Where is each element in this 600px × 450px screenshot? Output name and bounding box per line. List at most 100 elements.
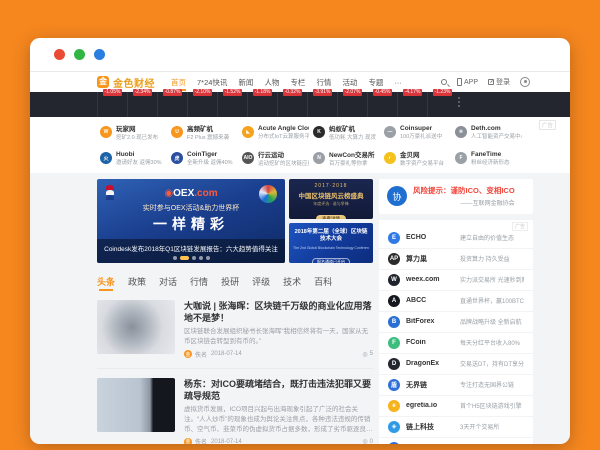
- sponsored-item[interactable]: F FCoin 每天分红平台收入80%: [379, 333, 533, 354]
- carousel-dot[interactable]: [206, 256, 210, 260]
- sponsored-item[interactable]: D DragonEx 交易送DT，持有DT享分红: [379, 354, 533, 375]
- ticker-cell[interactable]: -1.05%: [97, 92, 127, 117]
- menu-item[interactable]: 首页: [171, 74, 186, 91]
- sponsored-item[interactable]: A ABCC 直通世界杯，赢100BTC: [379, 291, 533, 312]
- article-title[interactable]: 大咖说 | 张海晖：区块链千万级的商业化应用落地不是梦！: [184, 300, 373, 324]
- slide-subtitle: 实时参与OEX活动&助力世界杯: [97, 203, 285, 213]
- sponsor-name: weex.com: [406, 276, 454, 283]
- article-thumbnail[interactable]: [97, 378, 175, 432]
- menu-item[interactable]: 专题: [368, 74, 383, 91]
- sponsored-item[interactable]: W weex.com 实力派交易所 光速秒到账: [379, 270, 533, 291]
- close-window-button[interactable]: [54, 49, 65, 60]
- carousel-dot[interactable]: [199, 256, 203, 260]
- search-button[interactable]: [441, 79, 447, 85]
- partner-ad-item[interactable]: U 高频矿机 F2 Plus 震撼来袭: [171, 123, 238, 141]
- banner-button[interactable]: 查看详情: [316, 215, 346, 219]
- partner-desc: 粉丝经济新形态: [471, 158, 510, 166]
- feed-tab[interactable]: 百科: [314, 275, 332, 291]
- partner-ad-item[interactable]: 虎 CoinTiger 全新升级 返佣40%: [171, 149, 238, 167]
- app-download-button[interactable]: APP: [457, 78, 478, 86]
- search-icon: [441, 79, 447, 85]
- article-item[interactable]: 杨东：对ICO要疏堵结合，既打击违法犯罪又要疏导规范 虚拟货币发展，ICO项目兴…: [97, 369, 373, 444]
- partner-ad-item[interactable]: ◣ Acute Angle Cloud 分布式IoT云算服务平台: [242, 123, 309, 141]
- browser-titlebar: [30, 38, 570, 72]
- partner-desc: 数字资产交易平台: [400, 159, 444, 167]
- feed-tab[interactable]: 评级: [252, 275, 270, 291]
- feed-tab[interactable]: 技术: [283, 275, 301, 291]
- user-avatar-button[interactable]: [520, 77, 530, 87]
- menu-item[interactable]: 人物: [264, 74, 279, 91]
- ticker-cell[interactable]: -1.18%: [247, 92, 277, 117]
- article-item[interactable]: 大咖说 | 张海晖：区块链千万级的商业化应用落地不是梦！ 区块链联合发展组织秘书…: [97, 291, 373, 369]
- menu-item[interactable]: 行情: [316, 74, 331, 91]
- banner-note: 报名通道已开启: [312, 258, 350, 263]
- partner-desc: 分布式IoT云算服务平台: [258, 132, 309, 140]
- edit-icon: [488, 79, 494, 85]
- ticker-cell[interactable]: -2.07%: [337, 92, 367, 117]
- maximize-window-button[interactable]: [94, 49, 105, 60]
- article-meta: 金 佚名 2018-07-14 ◎ 0: [184, 434, 373, 444]
- feed-tab[interactable]: 头条: [97, 275, 115, 291]
- ticker-cell[interactable]: -0.45%: [367, 92, 397, 117]
- sponsor-logo-icon: P: [388, 442, 400, 444]
- side-banner-conference[interactable]: 2018年第二届（全球）区块链技术大会 The 2nd Global Block…: [289, 223, 373, 263]
- feed-tab[interactable]: 投研: [221, 275, 239, 291]
- partner-ad-item[interactable]: W 玩家网 挖矿2.0 现已发布: [100, 123, 167, 141]
- sponsored-item[interactable]: E ECHO 建立自由的价值生态: [379, 228, 533, 249]
- partner-ad-item[interactable]: 火 Huobi 邀请好友 返佣30%: [100, 149, 167, 167]
- sponsor-desc: 投资算力 持久受益: [460, 254, 524, 263]
- partner-name: 高频矿机: [187, 123, 229, 133]
- ad-tag: 广告: [539, 120, 556, 130]
- partner-ad-item[interactable]: — Coinsuper 100万豪礼派送中: [384, 123, 451, 141]
- article-thumbnail[interactable]: [97, 300, 175, 354]
- partner-ad-item[interactable]: K 蚂蚁矿机 低功耗 大算力 现货: [313, 123, 380, 141]
- feed-tab[interactable]: 行情: [190, 275, 208, 291]
- ticker-cell[interactable]: -2.10%: [187, 92, 217, 117]
- sponsored-item[interactable]: B BitForex 品牌战略升级 全新启航: [379, 312, 533, 333]
- partner-name: 行云运动: [258, 149, 309, 159]
- ticker-cell[interactable]: -2.34%: [127, 92, 157, 117]
- carousel-caption[interactable]: Coindesk发布2018年Q1区块链发展报告：六大趋势值得关注: [97, 239, 285, 263]
- sponsored-item[interactable]: e egretia.io 首个H5区块链游戏引擎: [379, 396, 533, 417]
- carousel-dot[interactable]: [173, 256, 177, 260]
- sponsored-item[interactable]: ◈ 链上科技 3天开个交易所: [379, 417, 533, 438]
- ticker-cell[interactable]: -0.87%: [157, 92, 187, 117]
- minimize-window-button[interactable]: [74, 49, 85, 60]
- menu-item[interactable]: 专栏: [290, 74, 305, 91]
- hero-carousel[interactable]: ◉OEX.com 实时参与OEX活动&助力世界杯 一样精彩 Coindesk发布…: [97, 179, 285, 263]
- ticker-cell[interactable]: -0.32%: [277, 92, 307, 117]
- ticker-cell[interactable]: -3.91%: [307, 92, 337, 117]
- sponsored-item[interactable]: AP 算力巢 投资算力 持久受益: [379, 249, 533, 270]
- ticker-cell[interactable]: -1.23%: [427, 92, 457, 117]
- partner-ad-item[interactable]: F FaneTime 粉丝经济新形态: [455, 149, 522, 167]
- feed-tab[interactable]: 政策: [128, 275, 146, 291]
- partner-ad-item[interactable]: ◐ 金贝网 数字资产交易平台: [384, 149, 451, 167]
- carousel-dot[interactable]: [180, 256, 189, 260]
- menu-item[interactable]: 7*24快讯: [197, 74, 227, 91]
- partner-ad-item[interactable]: N NewCon交易所 百万豪礼等你拿: [313, 149, 380, 167]
- login-button[interactable]: 登录: [488, 77, 510, 87]
- partner-desc: 挖矿2.0 现已发布: [116, 133, 158, 141]
- menu-item[interactable]: ···: [394, 75, 402, 90]
- ticker-cell[interactable]: -1.52%: [217, 92, 247, 117]
- partner-logo-icon: F: [455, 152, 467, 164]
- partner-ad-item[interactable]: AIO 行云运动 运动挖矿的区块链应用: [242, 149, 309, 167]
- menu-item[interactable]: 新闻: [238, 74, 253, 91]
- sidebar: 协 风险提示：谨防ICO、变相ICO ——互联网金融协会 广告 E ECHO 建…: [379, 179, 533, 444]
- sponsored-item[interactable]: P 超级PRA 区块链数字广告生态: [379, 438, 533, 444]
- carousel-dot[interactable]: [192, 256, 196, 260]
- partner-ad-item[interactable]: ❋ Deth.com 人工智能资产交易中心: [455, 123, 522, 141]
- ticker-pagination[interactable]: [458, 97, 460, 107]
- sponsor-logo-icon: F: [388, 337, 400, 349]
- side-banner-awards[interactable]: 2017·2018 中国区块链风云榜盛典 年度评选 · 谁与争锋 查看详情: [289, 179, 373, 219]
- partner-logo-icon: ◐: [384, 152, 396, 164]
- menu-item[interactable]: 活动: [342, 74, 357, 91]
- author-avatar: 金: [184, 350, 192, 358]
- site-logo[interactable]: 金 金色财经: [97, 75, 155, 90]
- sponsor-logo-icon: ◈: [388, 421, 400, 433]
- ticker-cell[interactable]: -4.17%: [397, 92, 427, 117]
- sponsored-item[interactable]: 盾 无界链 专注打造无国界公链: [379, 375, 533, 396]
- feed-tab[interactable]: 对话: [159, 275, 177, 291]
- sponsor-name: 算力巢: [406, 254, 454, 264]
- article-title[interactable]: 杨东：对ICO要疏堵结合，既打击违法犯罪又要疏导规范: [184, 378, 373, 402]
